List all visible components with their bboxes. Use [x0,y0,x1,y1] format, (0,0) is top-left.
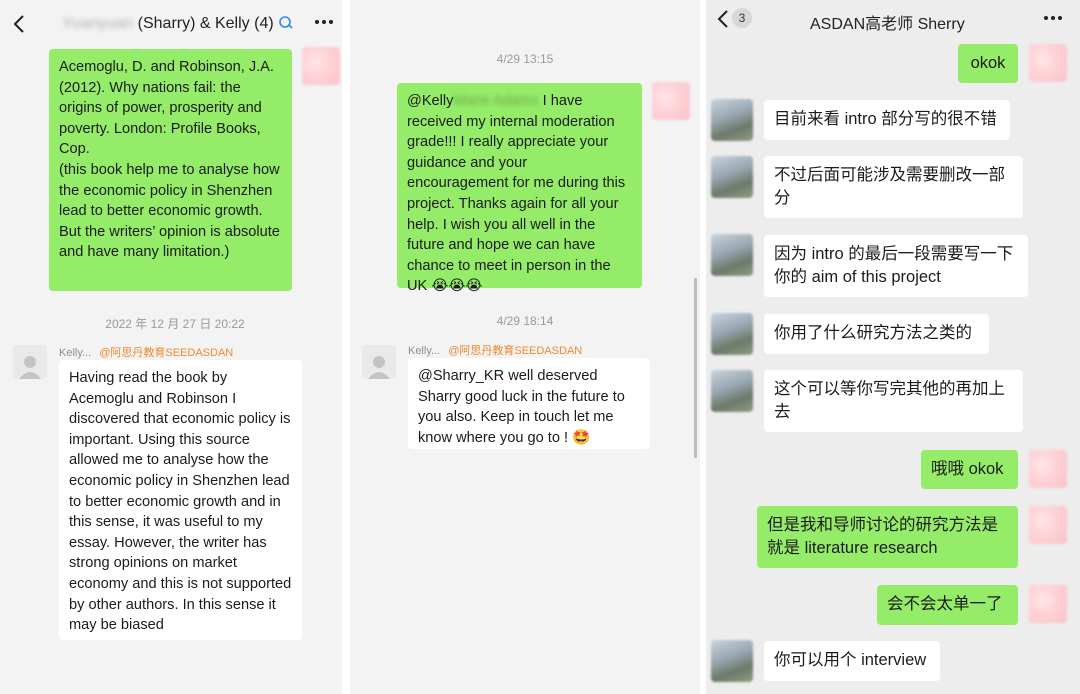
default-user-icon [19,356,41,379]
sender-label: Kelly... @阿思丹教育SEEDASDAN [408,342,582,358]
sender-label: Kelly... @阿思丹教育SEEDASDAN [59,344,233,360]
message-bubble-sent[interactable]: 会不会太单一了 [877,585,1018,625]
message-bubble-sent[interactable]: okok [958,44,1018,83]
avatar[interactable] [1029,585,1067,623]
back-button[interactable] [12,13,26,39]
chevron-left-icon [717,10,728,28]
avatar[interactable] [652,82,690,120]
message-bubble-received[interactable]: 因为 intro 的最后一段需要写一下你的 aim of this projec… [764,235,1028,297]
timestamp: 4/29 13:15 [496,52,554,66]
message-bubble-sent[interactable]: Acemoglu, D. and Robinson, J.A. (2012). … [49,49,292,291]
message-bubble-received[interactable]: 你用了什么研究方法之类的 [764,314,989,354]
chat-title: Yuanyuan (Sharry) & Kelly (4) [62,15,294,33]
sender-name: Kelly... [59,347,92,359]
default-user-icon [368,356,390,379]
mention: @Kelly [407,93,454,109]
avatar[interactable] [1029,44,1067,82]
blurred-mention-name: Marie Adams [453,93,539,109]
message-bubble-received[interactable]: 你可以用个 interview [764,641,940,681]
timestamp: 4/29 18:14 [496,314,554,328]
avatar[interactable] [13,345,47,379]
more-menu-button[interactable] [1043,8,1063,32]
avatar[interactable] [711,234,753,276]
more-menu-button[interactable] [314,12,334,36]
sender-org: @阿思丹教育SEEDASDAN [448,345,583,357]
avatar[interactable] [711,370,753,412]
chat-panel-teacher: 3 ASDAN高老师 Sherry okok 目前来看 intro 部分写的很不… [706,0,1080,694]
avatar[interactable] [711,640,753,682]
chevron-left-icon [13,15,24,33]
blurred-member-name: Yuanyuan [62,15,134,32]
chat-panel-group: Yuanyuan (Sharry) & Kelly (4) Acemoglu, … [0,0,342,694]
chat-title: ASDAN高老师 Sherry [810,16,965,33]
message-text: I have received my internal moderation g… [407,93,630,295]
unread-count-badge: 3 [732,8,752,28]
avatar[interactable] [302,47,340,85]
avatar[interactable] [711,313,753,355]
scrollbar[interactable] [694,278,697,458]
more-dots-icon [1044,16,1062,20]
avatar[interactable] [711,99,753,141]
more-dots-icon [315,20,333,24]
message-bubble-received[interactable]: 这个可以等你写完其他的再加上去 [764,370,1023,432]
muted-status-icon [279,16,293,29]
avatar[interactable] [362,345,396,379]
message-bubble-received[interactable]: 不过后面可能涉及需要删改一部分 [764,156,1023,218]
sender-org: @阿思丹教育SEEDASDAN [99,347,234,359]
panel-divider [342,0,350,694]
message-bubble-sent[interactable]: 但是我和导师讨论的研究方法是就是 literature research [757,506,1018,568]
chat-title-text: (Sharry) & Kelly (4) [137,15,274,32]
chat-panel-personal: 4/29 13:15 @KellyMarie Adams I have rece… [350,0,700,694]
message-bubble-received[interactable]: 目前来看 intro 部分写的很不错 [764,100,1010,140]
message-bubble-sent[interactable]: @KellyMarie Adams I have received my int… [397,83,642,294]
message-bubble-received[interactable]: @Sharry_KR well deserved Sharry good luc… [408,358,650,449]
avatar[interactable] [711,156,753,198]
avatar[interactable] [1029,450,1067,488]
message-bubble-received[interactable]: Having read the book by Acemoglu and Rob… [59,360,302,640]
back-button[interactable] [716,8,730,34]
sender-name: Kelly... [408,345,441,357]
timestamp: 2022 年 12 月 27 日 20:22 [105,317,245,331]
avatar[interactable] [1029,506,1067,544]
message-bubble-sent[interactable]: 哦哦 okok [921,450,1018,489]
